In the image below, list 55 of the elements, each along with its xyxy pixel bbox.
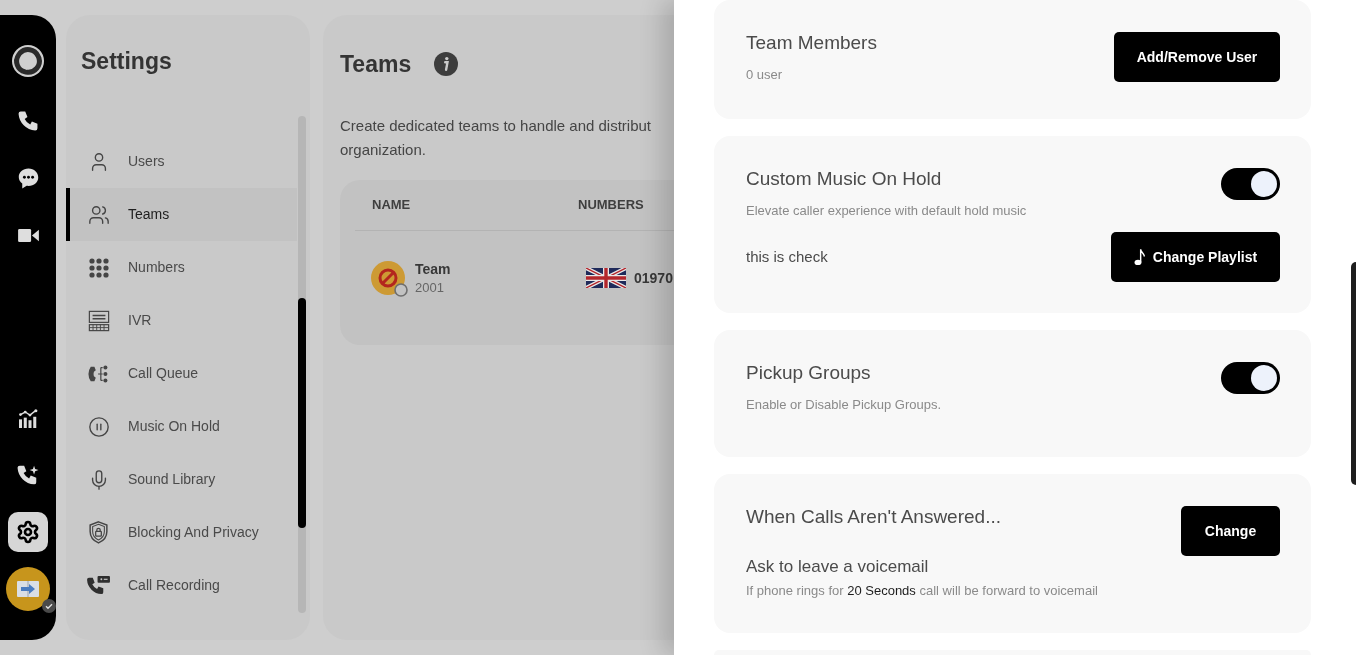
terminal-keyboard-icon	[87, 309, 110, 332]
settings-menu-item[interactable]: Numbers	[66, 241, 297, 294]
playlist-name: this is check	[746, 246, 828, 267]
card-title: Custom Music On Hold	[746, 167, 943, 191]
keypad-icon	[88, 257, 109, 278]
card-subtitle: 0 user	[746, 66, 784, 84]
info-icon[interactable]	[434, 52, 459, 76]
settings-menu-item[interactable]: IVR	[66, 294, 297, 347]
settings-menu-item[interactable]: Blocking And Privacy	[66, 506, 297, 559]
chat-bubble-icon	[17, 167, 39, 189]
panel-title: Settings	[80, 47, 173, 75]
scrollbar-track[interactable]	[298, 116, 306, 613]
rule-description: If phone rings for 20 Seconds call will be forward to voicemail	[746, 582, 1098, 600]
page-description: Create dedicated teams to handle and distribut organization.	[340, 116, 653, 160]
bar-chart-icon	[17, 408, 39, 428]
team-extension: 2001	[415, 278, 445, 297]
card-title: Team Members	[746, 31, 877, 55]
action-button[interactable]: Add/Remove User	[1114, 32, 1280, 82]
team-name: Team	[415, 259, 451, 279]
settings-menu-item[interactable]: Teams	[66, 188, 297, 241]
scrollbar-thumb[interactable]	[298, 298, 306, 528]
phone-icon	[18, 111, 38, 131]
page-title: Teams	[340, 50, 412, 78]
video-camera-icon	[17, 228, 39, 242]
logo-icon	[11, 44, 45, 78]
check-badge-icon	[42, 599, 56, 613]
phone-recorder-icon	[86, 575, 111, 596]
column-header: NUMBERS	[578, 196, 644, 215]
toggle-switch[interactable]	[1221, 168, 1280, 200]
account-avatar-icon[interactable]	[6, 567, 50, 611]
card-subtitle: Elevate caller experience with default hold music	[746, 202, 1027, 220]
settings-menu-item[interactable]: Sound Library	[66, 453, 297, 506]
team-number: 01970	[634, 268, 673, 288]
settings-menu-item[interactable]: Call Queue	[66, 347, 297, 400]
people-icon	[87, 203, 110, 226]
phone-sparkle-icon	[17, 465, 39, 485]
card-title: When Calls Aren't Answered...	[746, 505, 1002, 529]
music-note-icon	[1133, 248, 1145, 266]
uk-flag-icon	[586, 268, 626, 288]
toggle-switch[interactable]	[1221, 362, 1280, 394]
card-title: Pickup Groups	[746, 361, 872, 385]
settings-icon	[16, 520, 40, 544]
column-header: NAME	[371, 196, 412, 215]
action-button[interactable]: Change	[1181, 506, 1280, 556]
card-subtitle: Enable or Disable Pickup Groups.	[746, 396, 942, 414]
rule-action: Ask to leave a voicemail	[746, 556, 930, 578]
action-button[interactable]: Change Playlist	[1111, 232, 1280, 282]
settings-menu-item[interactable]: Users	[66, 135, 297, 188]
pause-circle-icon	[87, 415, 110, 438]
scrollbar-thumb[interactable]	[1351, 262, 1356, 485]
nav-button[interactable]	[8, 512, 48, 552]
settings-menu-item[interactable]: Call Recording	[66, 559, 297, 612]
shield-lock-icon	[89, 521, 108, 544]
settings-menu-item[interactable]: Music On Hold	[66, 400, 297, 453]
status-ring-icon	[394, 283, 408, 297]
